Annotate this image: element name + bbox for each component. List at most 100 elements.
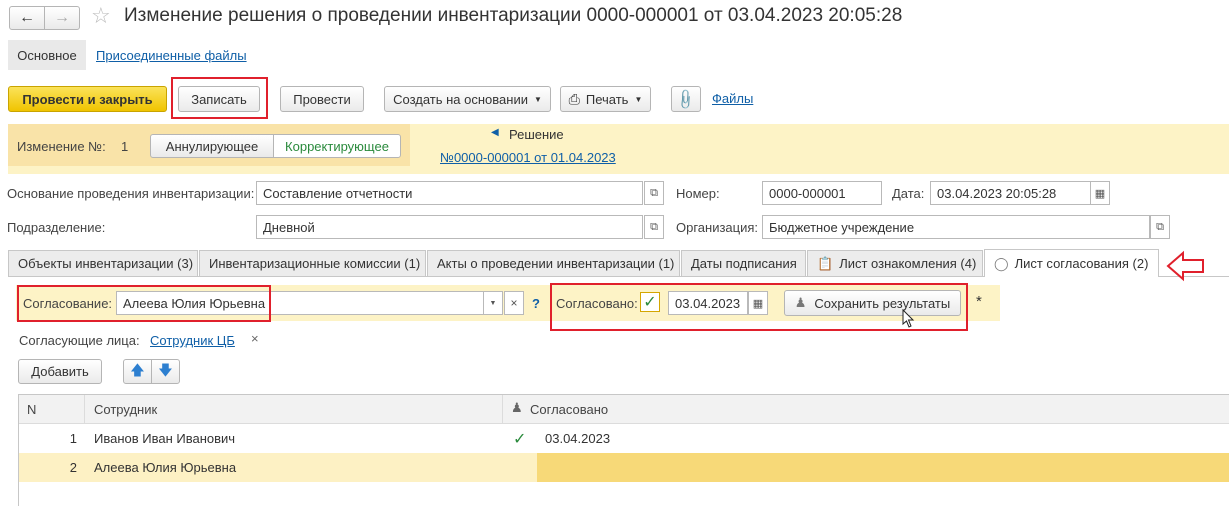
star-icon[interactable]: ☆ — [91, 3, 111, 29]
number-field[interactable]: 0000-000001 — [762, 181, 882, 205]
basis-label: Основание проведения инвентаризации: — [7, 186, 255, 201]
persons-clear-icon[interactable]: × — [251, 331, 259, 346]
org-label: Организация: — [676, 220, 759, 235]
arrow-left-icon: ← — [19, 9, 35, 26]
row-number: 1 — [69, 431, 77, 446]
table-header — [19, 395, 1229, 424]
header-approved[interactable]: Согласовано — [530, 402, 608, 417]
open-icon: ⧉ — [650, 220, 658, 233]
approval-dropdown-button[interactable]: ▼ — [483, 291, 503, 315]
arrow-down-icon: 🡇 — [158, 361, 173, 378]
change-no-value: 1 — [121, 139, 129, 154]
forward-button[interactable]: → — [44, 6, 80, 30]
org-field[interactable]: Бюджетное учреждение — [762, 215, 1150, 239]
basis-field[interactable]: Составление отчетности — [256, 181, 643, 205]
approved-checkbox[interactable]: ✓ — [640, 292, 660, 312]
col-divider — [502, 395, 503, 424]
tab-approval[interactable]: ◯ Лист согласования (2) — [984, 249, 1159, 277]
back-button[interactable]: ← — [9, 6, 45, 30]
tab-files[interactable]: Присоединенные файлы — [96, 48, 247, 63]
header-employee[interactable]: Сотрудник — [94, 402, 157, 417]
dropdown-arrow-icon: ▼ — [489, 299, 497, 307]
correct-toggle[interactable]: Корректирующее — [273, 134, 401, 158]
division-field[interactable]: Дневной — [256, 215, 643, 239]
dropdown-arrow-icon: ▼ — [533, 94, 542, 104]
mouse-cursor-icon — [902, 309, 915, 328]
open-division-button[interactable]: ⧉ — [644, 215, 664, 239]
calendar-button[interactable]: ▦ — [1090, 181, 1110, 205]
col-divider — [84, 395, 85, 424]
decision-label: Решение — [509, 127, 564, 142]
open-icon: ⧉ — [1156, 220, 1164, 233]
row-approved-cell[interactable] — [537, 453, 1229, 482]
tab-acts[interactable]: Акты о проведении инвентаризации (1) — [427, 250, 680, 276]
annul-label: Аннулирующее — [165, 138, 259, 154]
save-results-button[interactable]: ♟ Сохранить результаты — [784, 290, 961, 316]
close-icon: × — [510, 296, 518, 310]
tab-commissions[interactable]: Инвентаризационные комиссии (1) — [199, 250, 426, 276]
row-employee: Алеева Юлия Юрьевна — [94, 460, 237, 475]
tab-sign-dates-label: Даты подписания — [691, 256, 797, 271]
window-title: Изменение решения о проведении инвентари… — [124, 5, 903, 26]
tab-acquaintance-label: Лист ознакомления (4) — [839, 256, 977, 271]
add-button[interactable]: Добавить — [18, 359, 102, 384]
row-employee: Иванов Иван Иванович — [94, 431, 236, 446]
tab-sign-dates[interactable]: Даты подписания — [681, 250, 806, 276]
arrow-right-icon: → — [54, 9, 70, 26]
user-icon: ♟ — [794, 295, 807, 310]
user-icon: ♟ — [511, 400, 523, 415]
paperclip-icon: 📎 — [674, 86, 699, 111]
approval-icon: ◯ — [994, 255, 1009, 271]
post-label: Провести — [293, 91, 351, 107]
calendar-icon: ▦ — [1094, 187, 1106, 200]
row-approved-date: 03.04.2023 — [545, 431, 611, 446]
tab-objects[interactable]: Объекты инвентаризации (3) — [8, 250, 198, 276]
table-row[interactable]: 2 Алеева Юлия Юрьевна — [19, 453, 1229, 482]
open-org-button[interactable]: ⧉ — [1150, 215, 1170, 239]
correct-label: Корректирующее — [285, 138, 389, 154]
decision-link[interactable]: №0000-000001 от 01.04.2023 — [440, 150, 616, 165]
create-based-label: Создать на основании — [393, 91, 528, 107]
tab-acquaintance[interactable]: 📋 Лист ознакомления (4) — [807, 250, 983, 276]
files-link[interactable]: Файлы — [712, 91, 753, 106]
annul-toggle[interactable]: Аннулирующее — [150, 134, 274, 158]
tab-commissions-label: Инвентаризационные комиссии (1) — [209, 256, 421, 271]
date-field[interactable]: 03.04.2023 20:05:28 — [930, 181, 1092, 205]
print-button[interactable]: ⎙ Печать ▼ — [560, 86, 651, 112]
attach-button[interactable]: 📎 — [671, 86, 701, 112]
decision-icon: ◀ — [491, 127, 500, 138]
post-and-close-button[interactable]: Провести и закрыть — [8, 86, 167, 112]
checkmark-icon: ✓ — [513, 430, 527, 448]
division-label: Подразделение: — [7, 220, 106, 235]
arrow-up-icon: 🡅 — [130, 361, 145, 378]
tab-main[interactable]: Основное — [8, 40, 86, 70]
move-down-button[interactable]: 🡇 — [151, 359, 180, 384]
persons-link[interactable]: Сотрудник ЦБ — [150, 333, 235, 348]
checkmark-icon: ✓ — [643, 294, 657, 311]
save-label: Записать — [191, 91, 247, 107]
post-and-close-label: Провести и закрыть — [22, 91, 153, 107]
header-n[interactable]: N — [27, 402, 36, 417]
change-no-label: Изменение №: — [17, 139, 106, 154]
create-based-button[interactable]: Создать на основании ▼ — [384, 86, 551, 112]
open-icon: ⧉ — [650, 186, 658, 199]
row-number: 2 — [69, 460, 77, 475]
tab-acts-label: Акты о проведении инвентаризации (1) — [437, 256, 675, 271]
open-basis-button[interactable]: ⧉ — [644, 181, 664, 205]
help-icon[interactable]: ? — [532, 296, 540, 311]
clipboard-icon: 📋 — [817, 255, 834, 271]
modified-marker: * — [976, 293, 982, 310]
post-button[interactable]: Провести — [280, 86, 364, 112]
move-up-button[interactable]: 🡅 — [123, 359, 152, 384]
dropdown-arrow-icon: ▼ — [634, 94, 643, 104]
approval-clear-button[interactable]: × — [504, 291, 524, 315]
save-button[interactable]: Записать — [178, 86, 260, 112]
approved-calendar-button[interactable]: ▦ — [748, 291, 768, 315]
approval-field[interactable]: Алеева Юлия Юрьевна — [116, 291, 486, 315]
persons-label: Согласующие лица: — [19, 333, 140, 348]
approval-label: Согласование: — [23, 296, 113, 311]
approved-label: Согласовано: — [556, 296, 638, 311]
tab-objects-label: Объекты инвентаризации (3) — [18, 256, 194, 271]
table-row[interactable]: 1 Иванов Иван Иванович ✓ 03.04.2023 — [19, 424, 1229, 453]
approved-date-field[interactable]: 03.04.2023 — [668, 291, 748, 315]
